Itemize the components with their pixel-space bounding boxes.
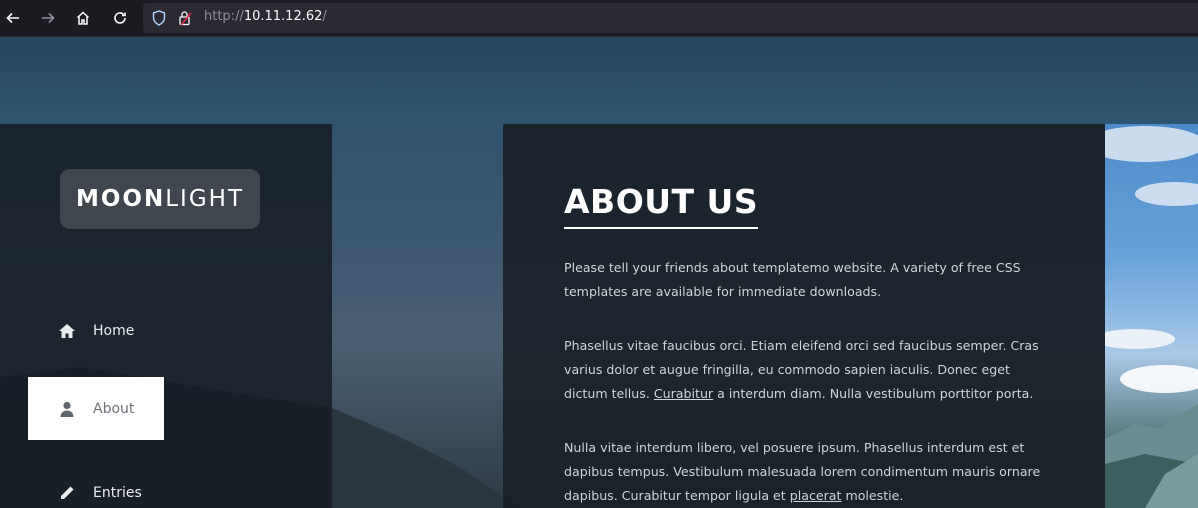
browser-toolbar: http://10.11.12.62/ xyxy=(0,0,1198,37)
reload-icon xyxy=(114,12,126,24)
section-title: ABOUT US xyxy=(564,182,759,229)
arrow-right-icon xyxy=(42,12,55,24)
back-button[interactable] xyxy=(3,8,23,28)
nav-label-entries: Entries xyxy=(93,484,142,501)
site-logo[interactable]: MOON LIGHT xyxy=(60,169,260,229)
user-icon xyxy=(60,401,74,417)
nav-item-about[interactable]: About xyxy=(28,377,164,440)
url-host: 10.11.12.62 xyxy=(243,9,323,24)
shield-icon xyxy=(152,10,166,26)
home-icon xyxy=(59,323,75,338)
landscape-photo xyxy=(1105,124,1198,508)
pencil-icon xyxy=(61,486,74,499)
insecure-lock-icon xyxy=(179,11,192,26)
curabitur-link[interactable]: Curabitur xyxy=(654,386,713,401)
forward-button[interactable] xyxy=(38,8,58,28)
photo-scenery xyxy=(1105,126,1198,508)
url-scheme: http:// xyxy=(204,9,244,24)
page-background: MOON LIGHT Home About Entries ABOUT US Pl… xyxy=(0,37,1198,508)
logo-light-text: LIGHT xyxy=(165,186,244,212)
url-path: / xyxy=(322,9,327,24)
paragraph-text: molestie. xyxy=(841,488,904,503)
about-paragraph-3: Nulla vitae interdum libero, vel posuere… xyxy=(564,436,1046,508)
about-paragraph-1: Please tell your friends about templatem… xyxy=(564,260,1021,299)
about-section: ABOUT US Please tell your friends about … xyxy=(503,124,1105,508)
nav-label-home: Home xyxy=(93,322,135,339)
sidebar: MOON LIGHT Home About Entries xyxy=(0,124,332,508)
nav-label-about: About xyxy=(93,400,135,417)
url-text: http://10.11.12.62/ xyxy=(204,9,327,24)
paragraph-text: a interdum diam. Nulla vestibulum portti… xyxy=(713,386,1034,401)
nav-item-home[interactable]: Home xyxy=(28,299,164,362)
nav-item-entries[interactable]: Entries xyxy=(28,461,164,508)
logo-bold-text: MOON xyxy=(75,186,166,212)
about-paragraph-2: Phasellus vitae faucibus orci. Etiam ele… xyxy=(564,334,1046,406)
url-bar[interactable]: http://10.11.12.62/ xyxy=(143,3,1198,33)
placerat-link[interactable]: placerat xyxy=(790,488,842,503)
arrow-left-icon xyxy=(6,12,19,24)
reload-button[interactable] xyxy=(110,8,130,28)
home-outline-icon xyxy=(76,11,90,25)
home-button[interactable] xyxy=(73,8,93,28)
